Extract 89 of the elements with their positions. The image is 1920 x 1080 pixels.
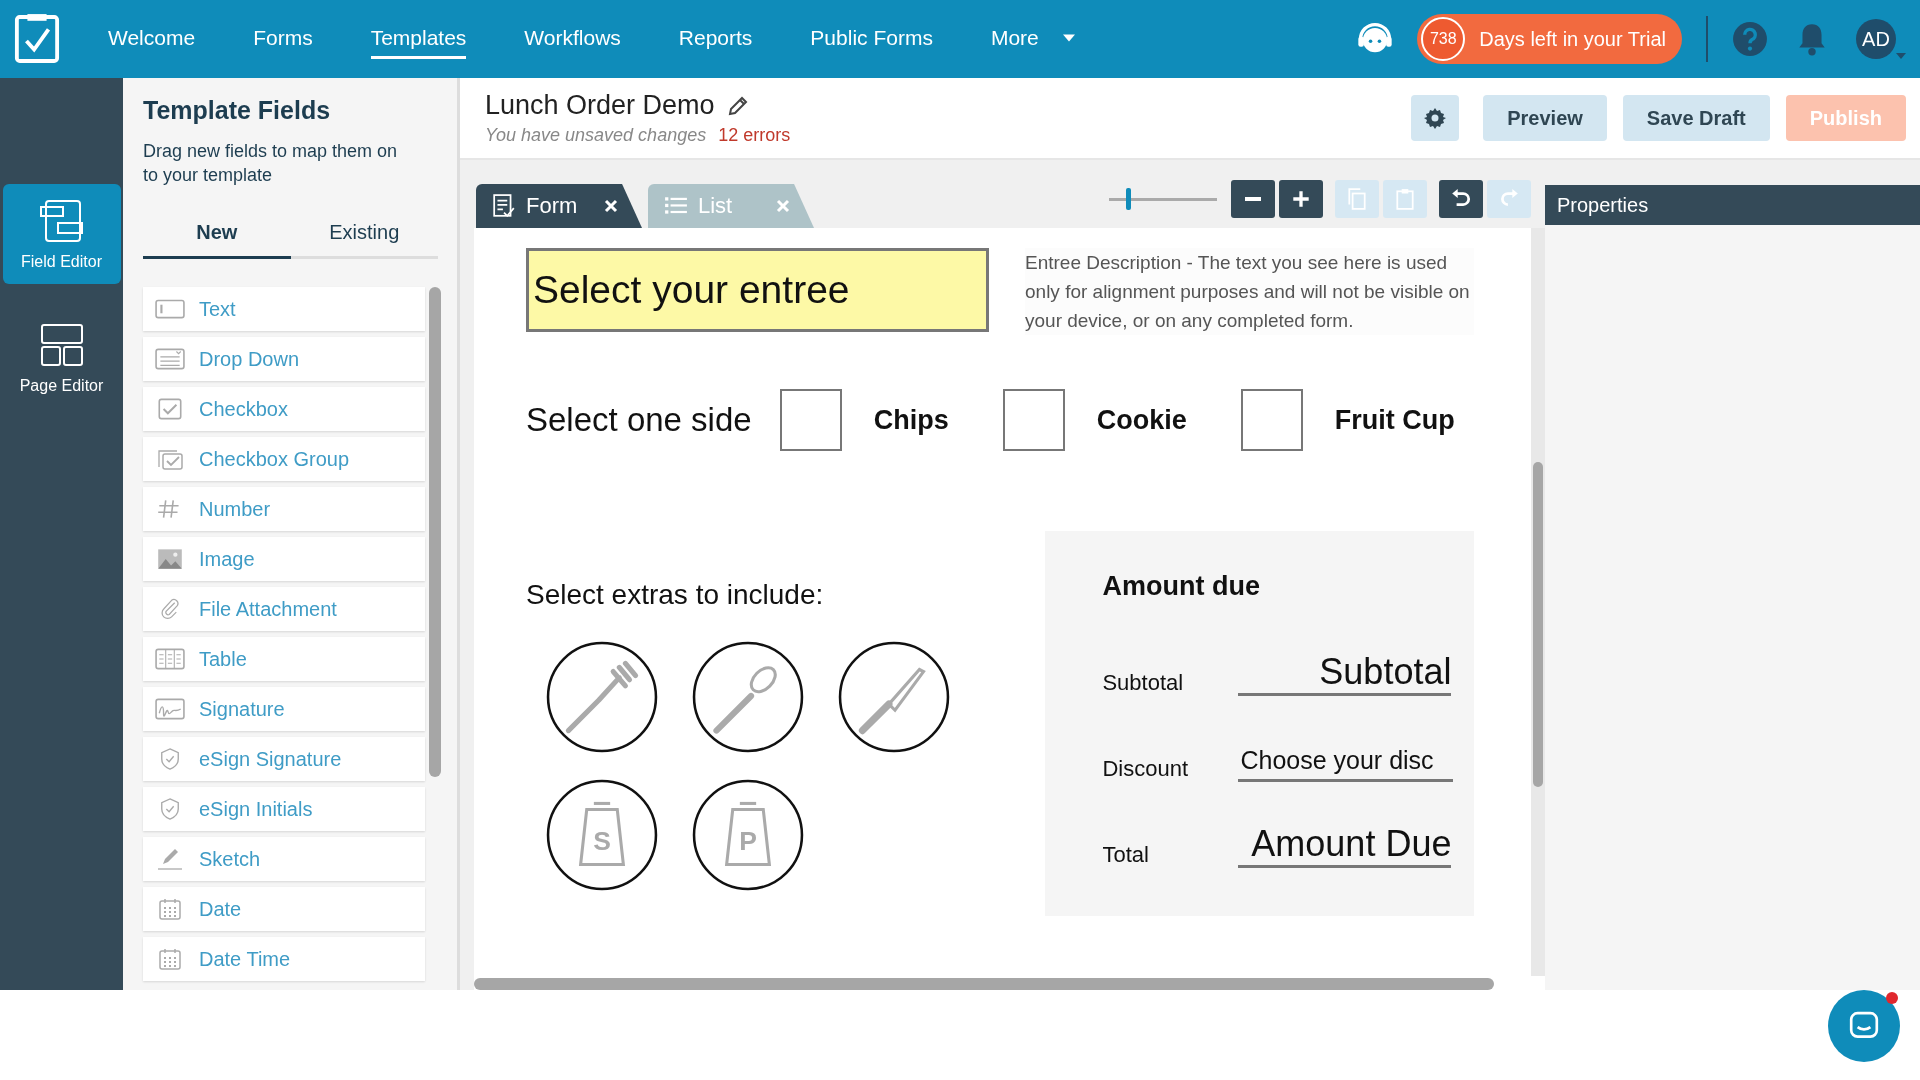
amount-label: Discount — [1102, 756, 1190, 782]
side-option-label: Chips — [873, 404, 949, 436]
settings-button[interactable] — [1411, 95, 1460, 141]
knife-icon[interactable] — [838, 641, 950, 753]
tool-button[interactable] — [1439, 180, 1483, 218]
trial-button[interactable]: 738 Days left in your Trial — [1417, 14, 1682, 64]
pencil-icon[interactable] — [726, 94, 749, 117]
nav-link[interactable]: Forms — [253, 19, 313, 59]
field-item[interactable]: File Attachment — [143, 587, 425, 631]
trial-count: 738 — [1421, 17, 1466, 61]
form-icon — [492, 194, 516, 218]
slider-thumb[interactable] — [1126, 188, 1132, 210]
side-option-label: Cookie — [1096, 404, 1187, 436]
image-icon — [155, 548, 185, 570]
nav-link[interactable]: Welcome — [108, 19, 196, 59]
field-item[interactable]: Sketch — [143, 837, 425, 881]
pencil-icon — [155, 848, 185, 870]
field-item[interactable]: eSign Initials — [143, 787, 425, 831]
close-icon[interactable] — [604, 199, 618, 213]
panel-tab[interactable]: New — [143, 209, 291, 259]
field-item[interactable]: Checkbox — [143, 387, 425, 431]
extras-label: Select extras to include: — [526, 579, 825, 611]
scrollbar-thumb[interactable] — [429, 287, 441, 777]
checkbox-group-icon — [155, 448, 185, 470]
dropdown-icon — [155, 348, 185, 370]
field-editor-icon — [37, 197, 86, 245]
fork-icon[interactable] — [546, 641, 658, 753]
minus-icon — [1244, 197, 1262, 201]
side-checkbox[interactable] — [1240, 389, 1303, 451]
horizontal-scrollbar[interactable] — [474, 978, 1494, 990]
nav-link[interactable]: Templates — [370, 19, 467, 59]
field-item[interactable]: Signature — [143, 687, 425, 731]
field-item[interactable]: Checkbox Group — [143, 437, 425, 481]
panel-title: Template Fields — [143, 96, 332, 125]
text-field-icon — [155, 298, 185, 320]
field-item[interactable]: Date — [143, 887, 425, 931]
rail-button[interactable]: Field Editor — [2, 184, 121, 284]
document-tab[interactable]: Form — [476, 184, 642, 228]
amount-field[interactable]: Choose your disc — [1238, 746, 1454, 782]
field-item[interactable]: Table — [143, 637, 425, 681]
amount-field[interactable]: Subtotal — [1238, 651, 1452, 696]
tool-button[interactable] — [1231, 180, 1275, 218]
side-checkbox[interactable] — [1002, 389, 1065, 451]
amount-title: Amount due — [1102, 571, 1261, 602]
shaker-icon[interactable]: S — [546, 779, 658, 891]
trial-label: Days left in your Trial — [1479, 27, 1666, 51]
zoom-slider[interactable] — [1109, 188, 1217, 210]
field-item[interactable]: Image — [143, 537, 425, 581]
entree-field[interactable]: Select your entree — [526, 248, 989, 332]
shaker-icon[interactable]: P — [692, 779, 804, 891]
vertical-scrollbar[interactable] — [1531, 228, 1545, 976]
clipboard-icon — [1394, 188, 1416, 210]
checkbox-icon — [155, 398, 185, 420]
nav-link[interactable]: Public Forms — [810, 19, 933, 59]
copy-icon — [1346, 188, 1368, 210]
field-item[interactable]: eSign Signature — [143, 737, 425, 781]
properties-header: Properties — [1545, 185, 1920, 225]
panel-subtitle: Drag new fields to map them on to your template — [143, 140, 399, 187]
signature-icon — [155, 698, 185, 720]
field-item[interactable]: Drop Down — [143, 337, 425, 381]
panel-tab[interactable]: Existing — [290, 209, 438, 259]
field-item[interactable]: Number — [143, 487, 425, 531]
tool-button[interactable] — [1279, 180, 1323, 218]
caret-icon — [1062, 33, 1075, 42]
side-label: Select one side — [526, 401, 752, 439]
toolbar-button[interactable]: Save Draft — [1622, 95, 1770, 141]
field-item[interactable]: Text — [143, 287, 425, 331]
toolbar-button[interactable]: Preview — [1483, 95, 1607, 141]
side-checkbox[interactable] — [779, 389, 842, 451]
plus-icon — [1290, 188, 1312, 210]
settings-icon — [1423, 106, 1448, 130]
nav-link[interactable]: Reports — [678, 19, 753, 59]
amount-label: Subtotal — [1102, 670, 1185, 696]
errors-link[interactable]: 12 errors — [718, 125, 791, 146]
more-menu[interactable]: More — [990, 19, 1075, 59]
unsaved-status: You have unsaved changes — [485, 125, 707, 146]
caret-icon — [1896, 53, 1906, 59]
logo-icon[interactable] — [14, 13, 60, 65]
field-item[interactable]: Date Time — [143, 937, 425, 981]
template-title: Lunch Order Demo — [485, 90, 715, 121]
amount-label: Total — [1102, 842, 1150, 868]
amount-field[interactable]: Amount Due — [1238, 823, 1452, 868]
table-icon — [155, 648, 185, 670]
spoon-icon[interactable] — [692, 641, 804, 753]
side-option-label: Fruit Cup — [1334, 404, 1455, 436]
rail-button[interactable]: Page Editor — [2, 308, 121, 408]
help-icon[interactable] — [1732, 21, 1768, 57]
user-avatar[interactable]: AD — [1856, 19, 1896, 59]
nav-link[interactable]: Workflows — [524, 19, 621, 59]
